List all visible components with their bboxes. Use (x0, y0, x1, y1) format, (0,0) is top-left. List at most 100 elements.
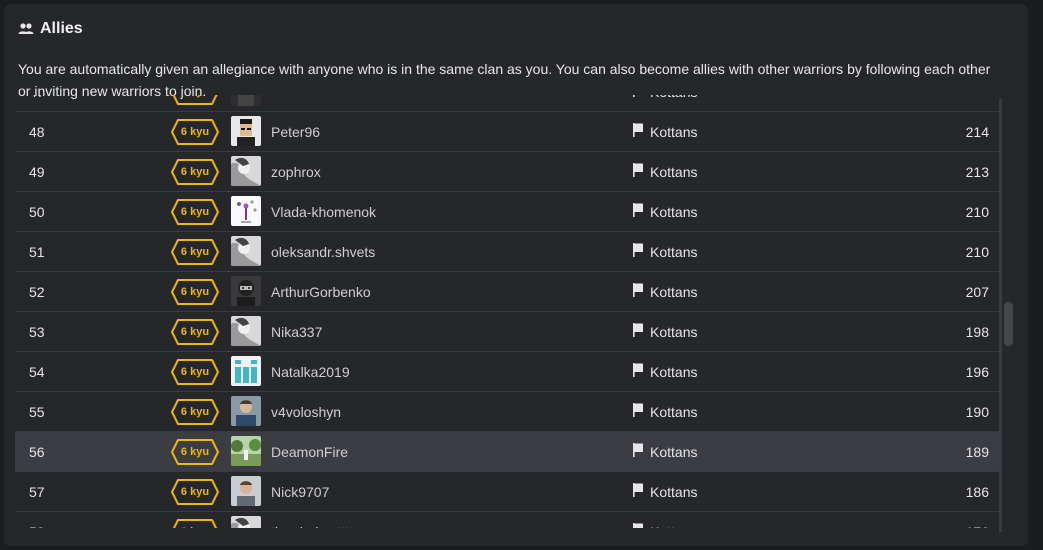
clan-name: Kottans (650, 323, 698, 340)
flag-icon (632, 482, 644, 501)
clan-name: Kottans (650, 243, 698, 260)
honor-score: 189 (965, 443, 989, 460)
clan-name: Kottans (650, 163, 698, 180)
table-row[interactable]: 55 6 kyu v4voloshyn Kottans 190 (15, 392, 999, 432)
flag-icon (632, 202, 644, 221)
clan-name: Kottans (650, 203, 698, 220)
clan-cell[interactable]: Kottans (632, 352, 697, 391)
table-row[interactable]: 57 6 kyu Nick9707 Kottans 186 (15, 472, 999, 512)
panel-header: Allies (18, 20, 83, 38)
honor-score: 176 (966, 512, 989, 529)
table-row[interactable]: 52 6 kyu ArthurGorbenko Kottans 207 (15, 272, 999, 312)
kyu-cell: 6 kyu (170, 312, 220, 351)
kyu-label: 6 kyu (180, 205, 210, 218)
rank-cell: 55 (29, 403, 45, 420)
rank-cell: 53 (29, 323, 45, 340)
username-link[interactable]: oleksandr.shvets (271, 232, 375, 271)
avatar[interactable] (231, 516, 261, 528)
avatar[interactable] (231, 396, 261, 426)
rank-cell: 48 (29, 123, 45, 140)
username-link[interactable]: DeamonFire (271, 432, 348, 471)
flag-icon (632, 322, 644, 341)
kyu-badge: 6 kyu (170, 238, 220, 266)
clan-name: Kottans (650, 403, 698, 420)
clan-cell[interactable]: Kottans (632, 512, 697, 528)
avatar[interactable] (231, 156, 261, 186)
username-link[interactable]: v4voloshyn (271, 392, 341, 431)
username-link[interactable]: Vlada-khomenok (271, 192, 376, 231)
table-row[interactable]: 54 6 kyu Natalka2019 Kottans 196 (15, 352, 999, 392)
avatar[interactable] (231, 196, 261, 226)
avatar[interactable] (231, 116, 261, 146)
honor-score: 210 (965, 243, 989, 260)
table-row[interactable]: 50 6 kyu Vlada-khomenok Kottans 210 (15, 192, 999, 232)
avatar[interactable] (231, 316, 261, 346)
username-link[interactable]: Nika337 (271, 312, 322, 351)
kyu-cell: 6 kyu (170, 152, 220, 191)
table-row[interactable]: 49 6 kyu zophrox Kottans 213 (15, 152, 999, 192)
clan-cell[interactable]: Kottans (632, 272, 697, 311)
page-scrollbar-thumb[interactable] (1004, 302, 1013, 346)
avatar[interactable] (231, 436, 261, 466)
username-link[interactable]: Nick9707 (271, 472, 329, 511)
rank-cell: 47 (29, 95, 45, 111)
username-link[interactable]: zophrox (271, 152, 321, 191)
username-link[interactable]: the-darkesttt (271, 512, 349, 529)
flag-icon (632, 402, 644, 421)
rank-cell: 58 (29, 512, 45, 529)
kyu-label: 6 kyu (180, 245, 210, 258)
table-row[interactable]: 53 6 kyu Nika337 Kottans 198 (15, 312, 999, 352)
avatar[interactable] (231, 356, 261, 386)
clan-name: Kottans (650, 95, 697, 100)
clan-name: Kottans (650, 524, 697, 529)
avatar[interactable] (231, 95, 261, 106)
clan-name: Kottans (650, 123, 698, 140)
table-scrollbar-track[interactable] (999, 99, 1002, 532)
kyu-cell: 6 kyu (170, 472, 220, 511)
rank-cell: 49 (29, 163, 45, 180)
honor-score: 198 (965, 323, 989, 340)
table-row[interactable]: 58 6 kyu the-darkesttt Kottans 176 (15, 512, 999, 528)
username-link[interactable]: Peter96 (271, 112, 320, 151)
kyu-cell: 6 kyu (170, 352, 220, 391)
username-link[interactable]: ArthurGorbenko (271, 272, 371, 311)
table-row[interactable]: 48 6 kyu Peter96 Kottans 214 (15, 112, 999, 152)
honor-score: 207 (965, 283, 989, 300)
clan-name: Kottans (650, 363, 698, 380)
clan-cell[interactable]: Kottans (632, 312, 697, 351)
kyu-cell: 6 kyu (170, 232, 220, 271)
allies-table-body: 47 6 kyu Kottans 48 (15, 95, 999, 528)
table-row[interactable]: 51 6 kyu oleksandr.shvets Kottans 210 (15, 232, 999, 272)
kyu-label: 6 kyu (180, 405, 210, 418)
kyu-badge: 6 kyu (170, 278, 220, 306)
kyu-label: 6 kyu (180, 165, 210, 178)
clan-cell[interactable]: Kottans (632, 392, 697, 431)
honor-score: 186 (965, 483, 989, 500)
kyu-label: 6 kyu (180, 125, 210, 138)
kyu-label: 6 kyu (170, 95, 220, 106)
username-link[interactable]: Natalka2019 (271, 352, 350, 391)
kyu-badge: 6 kyu (170, 478, 220, 506)
clan-cell[interactable]: Kottans (632, 152, 697, 191)
kyu-badge: 6 kyu (170, 198, 220, 226)
kyu-cell: 6 kyu (170, 272, 220, 311)
kyu-label: 6 kyu (180, 445, 210, 458)
clan-cell[interactable]: Kottans (632, 432, 697, 471)
table-row[interactable]: 47 6 kyu Kottans (15, 95, 999, 112)
table-row[interactable]: 56 6 kyu DeamonFire Kottans 189 (15, 432, 999, 472)
clan-cell[interactable]: Kottans (632, 192, 697, 231)
avatar[interactable] (231, 276, 261, 306)
clan-cell[interactable]: Kottans (632, 232, 697, 271)
clan-cell[interactable]: Kottans (632, 472, 697, 511)
rank-cell: 51 (29, 243, 45, 260)
kyu-cell: 6 kyu (170, 432, 220, 471)
clan-cell[interactable]: Kottans (632, 95, 697, 111)
avatar[interactable] (231, 476, 261, 506)
flag-icon (632, 362, 644, 381)
honor-score: 196 (965, 363, 989, 380)
avatar[interactable] (231, 236, 261, 266)
kyu-label: 6 kyu (180, 325, 210, 338)
kyu-cell: 6 kyu (170, 392, 220, 431)
clan-cell[interactable]: Kottans (632, 112, 697, 151)
kyu-badge: 6 kyu (170, 318, 220, 346)
